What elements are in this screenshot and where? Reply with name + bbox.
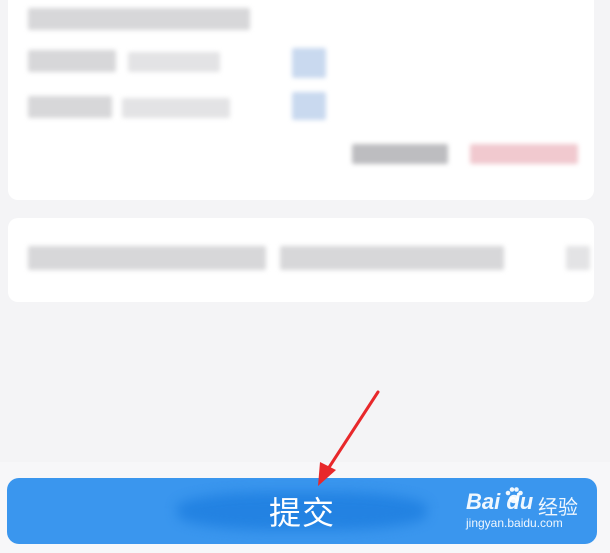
detail-value-1-blurred (128, 52, 220, 72)
detail-total-label-blurred (352, 144, 448, 164)
detail-total-value-blurred (470, 144, 578, 164)
remark-chevron-blurred (566, 246, 590, 270)
detail-title-blurred (28, 8, 250, 30)
detail-icon-1-blurred (292, 48, 326, 78)
remark-text-2-blurred (280, 246, 504, 270)
detail-icon-2-blurred (292, 92, 326, 120)
submit-button[interactable]: 提交 (7, 478, 597, 544)
remark-text-1-blurred (28, 246, 266, 270)
detail-label-2-blurred (28, 96, 112, 118)
submit-button-label: 提交 (268, 494, 335, 532)
detail-label-1-blurred (28, 50, 116, 72)
detail-value-2-blurred (122, 98, 230, 118)
